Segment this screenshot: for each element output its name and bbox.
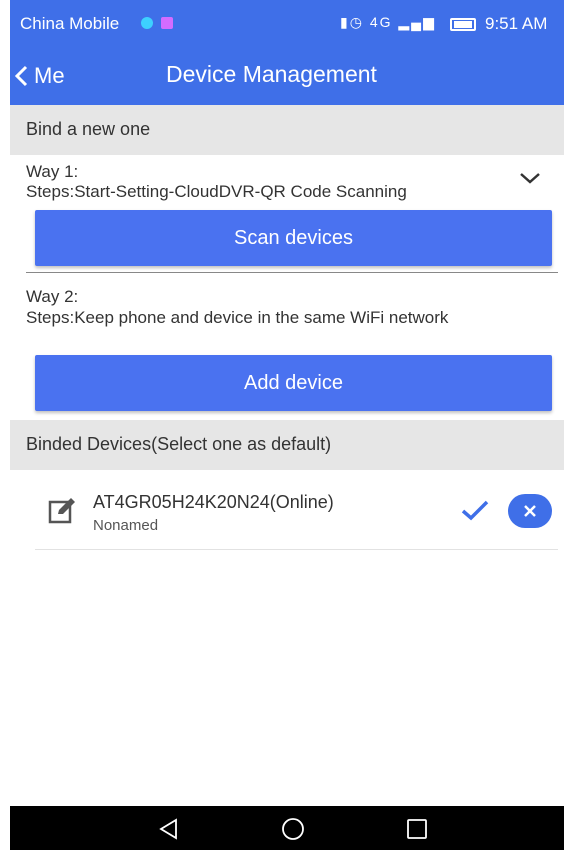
page-title: Device Management — [166, 61, 377, 87]
binded-section-header: Binded Devices(Select one as default) — [10, 420, 564, 470]
app-bar: Me Device Management — [10, 48, 564, 105]
nav-recent-icon[interactable] — [404, 816, 430, 842]
clock: 9:51 AM — [485, 14, 548, 33]
expand-chevron-icon[interactable] — [518, 170, 542, 186]
system-nav-bar — [10, 806, 564, 850]
check-icon[interactable] — [460, 498, 490, 522]
back-button[interactable]: Me — [12, 56, 65, 96]
signal-icons: ▮◷ 4G ▂▄▆ — [340, 14, 436, 30]
way2-title: Way 2: — [26, 287, 79, 306]
scan-devices-button[interactable]: Scan devices — [35, 210, 552, 266]
edit-icon[interactable] — [48, 496, 76, 524]
device-name: AT4GR05H24K20N24(Online) — [93, 492, 334, 512]
way1-steps: Steps:Start-Setting-CloudDVR-QR Code Sca… — [26, 182, 407, 201]
nav-back-icon[interactable] — [156, 816, 182, 842]
heart-notification-icon — [141, 17, 153, 29]
nav-home-icon[interactable] — [280, 816, 306, 842]
device-alias: Nonamed — [93, 517, 159, 534]
battery-icon — [450, 18, 476, 31]
network-type-label: 4G — [369, 14, 393, 30]
divider — [26, 272, 558, 273]
back-chevron-icon — [14, 65, 28, 87]
carrier-label: China Mobile — [20, 14, 120, 33]
back-label: Me — [34, 63, 65, 88]
row-divider — [35, 549, 558, 550]
close-icon — [524, 505, 536, 517]
status-bar: China Mobile ▮◷ 4G ▂▄▆ 9:51 AM — [10, 0, 564, 48]
remove-device-button[interactable] — [508, 494, 552, 528]
device-management-screen: China Mobile ▮◷ 4G ▂▄▆ 9:51 AM Me Device… — [10, 0, 564, 850]
way2-steps: Steps:Keep phone and device in the same … — [26, 308, 449, 327]
device-row[interactable]: AT4GR05H24K20N24(Online) Nonamed — [10, 472, 564, 550]
bind-section-header: Bind a new one — [10, 105, 564, 155]
add-device-button[interactable]: Add device — [35, 355, 552, 411]
image-notification-icon — [161, 17, 173, 29]
way1-title: Way 1: — [26, 162, 79, 181]
